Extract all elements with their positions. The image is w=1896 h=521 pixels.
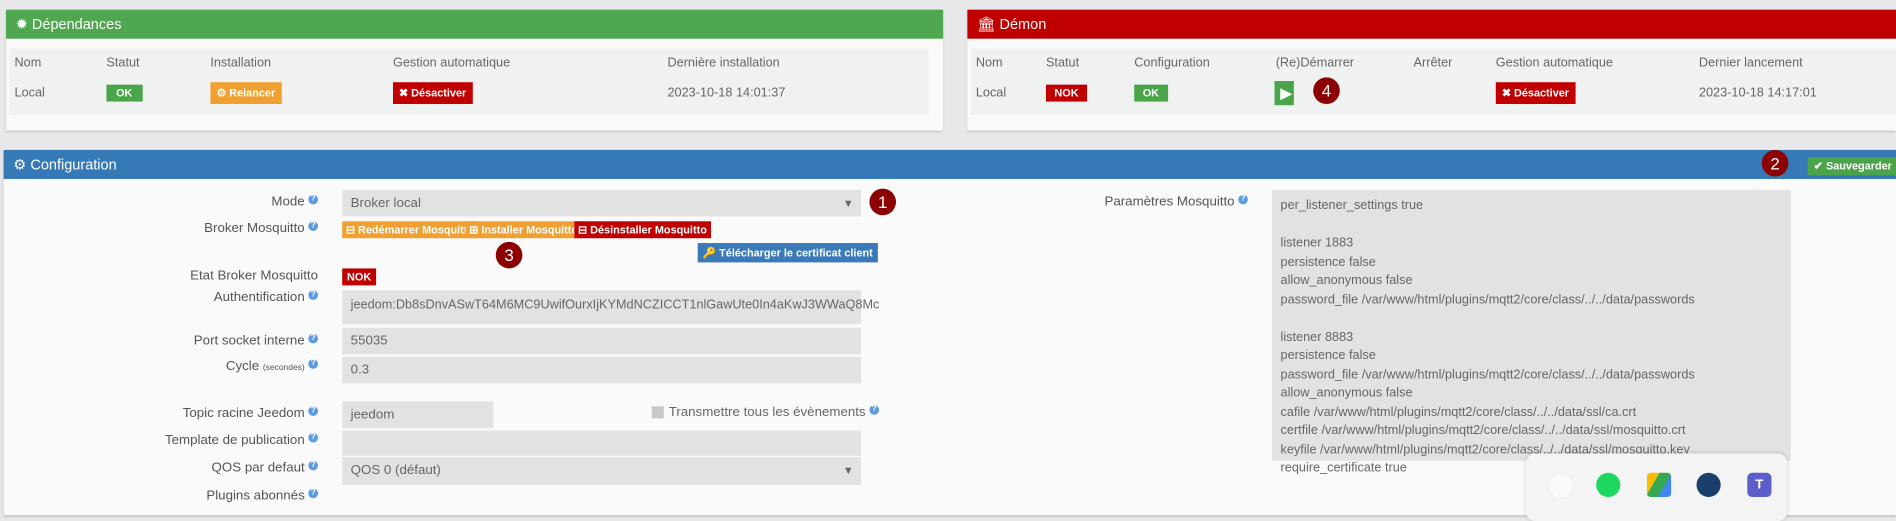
help-icon[interactable]: ? bbox=[308, 406, 319, 416]
save-button[interactable]: ✔ Sauvegarder bbox=[1807, 157, 1896, 176]
google-drive-icon[interactable] bbox=[1646, 472, 1672, 497]
download-cert-button[interactable]: 🔑 Télécharger le certificat client bbox=[697, 243, 878, 263]
label-mode: Mode? bbox=[271, 194, 319, 209]
dependances-header: ✹ Dépendances bbox=[6, 9, 944, 39]
label-plugins: Plugins abonnés? bbox=[206, 488, 319, 503]
label-cycle: Cycle (secondes)? bbox=[226, 359, 319, 374]
teams-icon[interactable]: T bbox=[1747, 472, 1772, 497]
help-icon[interactable]: ? bbox=[308, 432, 319, 443]
label-template: Template de publication? bbox=[165, 432, 319, 447]
row-nom: Local bbox=[14, 85, 45, 101]
steam-icon[interactable] bbox=[1696, 472, 1721, 497]
marker-4: 4 bbox=[1313, 77, 1340, 104]
bank-icon: 🏛 bbox=[977, 15, 1000, 33]
app-icon[interactable] bbox=[1547, 472, 1575, 500]
demon-table: Nom Statut Configuration (Re)Démarrer Ar… bbox=[970, 48, 1896, 115]
help-icon[interactable]: ? bbox=[308, 460, 319, 471]
marker-3: 3 bbox=[495, 241, 523, 269]
port-input[interactable]: 55035 bbox=[342, 327, 861, 355]
col-derniere: Dernière installation bbox=[667, 55, 780, 71]
dernier-lancement: 2023-10-18 14:17:01 bbox=[1698, 85, 1817, 101]
demon-panel: 🏛 Démon Nom Statut Configuration (Re)Dém… bbox=[967, 9, 1896, 131]
transmettre-checkbox[interactable] bbox=[651, 406, 664, 419]
params-textarea[interactable]: per_listener_settings true listener 1883… bbox=[1272, 189, 1791, 475]
col-statut: Statut bbox=[1045, 55, 1080, 71]
dependances-table: Nom Statut Installation Gestion automati… bbox=[9, 48, 929, 115]
col-configuration: Configuration bbox=[1134, 55, 1210, 71]
template-input[interactable] bbox=[342, 430, 861, 456]
relancer-button[interactable]: ⚙ Relancer bbox=[210, 82, 282, 104]
uninstall-mosquitto-button[interactable]: ⊟ Désinstaller Mosquitto bbox=[574, 221, 711, 239]
col-nom: Nom bbox=[14, 55, 42, 71]
panel-title: Dépendances bbox=[31, 15, 122, 33]
chevron-down-icon: ▼ bbox=[842, 464, 854, 477]
col-statut: Statut bbox=[106, 55, 140, 71]
help-icon[interactable]: ? bbox=[308, 488, 319, 499]
col-redemarrer: (Re)Démarrer bbox=[1275, 55, 1355, 71]
dependances-panel: ✹ Dépendances Nom Statut Installation Ge… bbox=[6, 9, 944, 131]
status-badge: NOK bbox=[1045, 84, 1088, 102]
label-qos: QOS par defaut? bbox=[212, 460, 319, 475]
button-label: Relancer bbox=[229, 87, 276, 100]
demon-header: 🏛 Démon bbox=[967, 9, 1896, 39]
marker-2: 2 bbox=[1761, 149, 1789, 177]
install-mosquitto-button[interactable]: ⊞ Installer Mosquitto bbox=[465, 221, 582, 239]
marker-1: 1 bbox=[869, 188, 897, 216]
help-icon[interactable]: ? bbox=[869, 405, 879, 415]
page: ✹ Dépendances Nom Statut Installation Ge… bbox=[0, 0, 1896, 521]
configuration-header: ⚙ Configuration bbox=[3, 149, 1896, 179]
help-icon[interactable]: ? bbox=[308, 359, 319, 369]
derniere-installation: 2023-10-18 14:01:37 bbox=[667, 85, 786, 101]
config-badge: OK bbox=[1134, 84, 1168, 102]
chevron-down-icon: ▼ bbox=[842, 197, 854, 210]
help-icon[interactable]: ? bbox=[308, 194, 319, 205]
label-auth: Authentification? bbox=[214, 290, 319, 305]
button-label: Désactiver bbox=[411, 87, 467, 100]
auth-textarea[interactable]: jeedom:Db8sDnvASwT64M6MC9UwifOurxIjKYMdN… bbox=[342, 290, 879, 325]
label-broker: Broker Mosquitto? bbox=[204, 221, 319, 236]
help-icon[interactable]: ? bbox=[308, 290, 319, 300]
desactiver-button[interactable]: ✖ Désactiver bbox=[392, 82, 473, 104]
topic-input[interactable]: jeedom bbox=[342, 401, 494, 429]
status-badge: OK bbox=[106, 84, 143, 102]
gear-icon: ✹ bbox=[15, 15, 32, 33]
panel-title: Configuration bbox=[30, 155, 117, 173]
label-params: Paramètres Mosquitto? bbox=[1104, 194, 1248, 209]
col-gestion: Gestion automatique bbox=[392, 55, 511, 71]
qos-select[interactable]: QOS 0 (défaut) ▼ bbox=[342, 457, 861, 485]
spotify-icon[interactable] bbox=[1596, 472, 1621, 497]
help-icon[interactable]: ? bbox=[308, 333, 319, 344]
col-arreter: Arrêter bbox=[1413, 55, 1453, 71]
etat-badge: NOK bbox=[342, 268, 377, 286]
help-icon[interactable]: ? bbox=[308, 221, 319, 231]
button-label: Désactiver bbox=[1513, 87, 1570, 100]
restart-mosquitto-button[interactable]: ⊟ Redémarrer Mosquitto bbox=[342, 221, 478, 239]
gears-icon: ⚙ bbox=[13, 155, 31, 173]
button-label: Sauvegarder bbox=[1825, 159, 1892, 172]
play-button[interactable]: ▶ bbox=[1274, 81, 1294, 106]
cycle-input[interactable]: 0.3 bbox=[342, 356, 861, 384]
row-nom: Local bbox=[975, 85, 1007, 101]
col-installation: Installation bbox=[210, 55, 272, 71]
transmettre-label: Transmettre tous les évènements? bbox=[669, 405, 879, 420]
desactiver-button[interactable]: ✖ Désactiver bbox=[1495, 82, 1576, 104]
col-nom: Nom bbox=[975, 55, 1003, 71]
label-etat: Etat Broker Mosquitto bbox=[190, 268, 319, 283]
label-topic: Topic racine Jeedom? bbox=[183, 406, 319, 421]
label-port: Port socket interne? bbox=[194, 333, 319, 348]
help-icon[interactable]: ? bbox=[1238, 194, 1248, 205]
mode-select[interactable]: Broker local ▼ bbox=[342, 189, 861, 217]
panel-title: Démon bbox=[999, 15, 1047, 33]
col-dernier: Dernier lancement bbox=[1698, 55, 1803, 71]
col-gestion: Gestion automatique bbox=[1495, 55, 1613, 71]
system-tray-overflow: T bbox=[1526, 453, 1788, 521]
